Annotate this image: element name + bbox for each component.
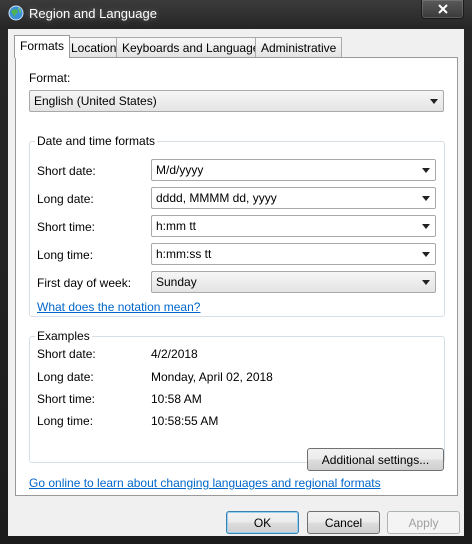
tab-formats[interactable]: Formats [14,35,71,58]
format-label: Format: [29,71,71,85]
example-long-time-value: 10:58:55 AM [151,414,219,428]
long-date-dropdown[interactable]: dddd, MMMM dd, yyyy [151,187,436,209]
example-long-date-value: Monday, April 02, 2018 [151,370,273,384]
tab-keyboards-and-languages[interactable]: Keyboards and Languages [116,37,272,57]
long-time-label: Long time: [37,248,94,262]
short-date-label: Short date: [37,164,96,178]
short-time-label: Short time: [37,220,96,234]
online-help-link[interactable]: Go online to learn about changing langua… [29,476,381,490]
long-time-dropdown[interactable]: h:mm:ss tt [151,243,436,265]
chevron-down-icon [422,252,430,257]
long-date-value: dddd, MMMM dd, yyyy [156,191,277,205]
window-title: Region and Language [29,6,157,21]
chevron-down-icon [422,224,430,229]
short-time-dropdown[interactable]: h:mm tt [151,215,436,237]
dialog-client: Formats Location Keyboards and Languages… [8,29,464,536]
chevron-down-icon [422,168,430,173]
example-short-time-value: 10:58 AM [151,392,202,406]
format-dropdown[interactable]: English (United States) [29,90,444,112]
example-long-time-label: Long time: [37,414,94,428]
example-short-time-label: Short time: [37,392,96,406]
example-short-date-value: 4/2/2018 [151,347,198,361]
tab-administrative[interactable]: Administrative [255,37,343,57]
apply-button[interactable]: Apply [387,511,460,534]
chevron-down-icon [422,280,430,285]
date-time-formats-title: Date and time formats [35,134,158,148]
additional-settings-button[interactable]: Additional settings... [307,448,444,471]
long-date-label: Long date: [37,192,94,206]
example-long-date-label: Long date: [37,370,94,384]
example-short-date-label: Short date: [37,347,96,361]
close-icon [438,4,448,14]
short-date-value: M/d/yyyy [156,163,204,177]
chevron-down-icon [422,196,430,201]
first-day-label: First day of week: [37,276,132,290]
ok-button[interactable]: OK [226,511,299,534]
short-time-value: h:mm tt [156,219,197,233]
format-value: English (United States) [34,94,157,108]
examples-title: Examples [35,329,92,343]
region-language-window: Region and Language Formats Location Key… [0,0,472,544]
first-day-dropdown[interactable]: Sunday [151,271,436,293]
formats-panel: Format: English (United States) Date and… [15,57,458,496]
cancel-button[interactable]: Cancel [307,511,380,534]
title-bar[interactable]: Region and Language [0,0,472,28]
long-time-value: h:mm:ss tt [156,247,212,261]
short-date-dropdown[interactable]: M/d/yyyy [151,159,436,181]
tab-location[interactable]: Location [65,37,123,57]
close-button[interactable] [421,0,464,19]
first-day-value: Sunday [156,275,197,289]
notation-help-link[interactable]: What does the notation mean? [37,300,200,314]
globe-icon [8,5,24,21]
chevron-down-icon [430,99,438,104]
